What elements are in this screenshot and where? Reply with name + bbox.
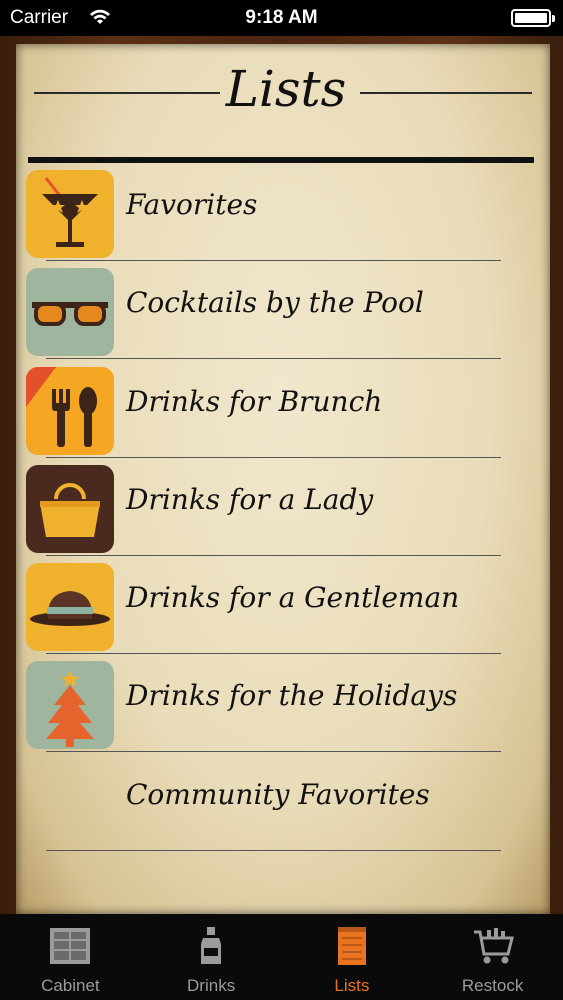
page-title: Lists <box>225 60 347 118</box>
tab-drinks[interactable]: Drinks <box>141 914 282 1000</box>
paper-background: Lists Favorites Cocktails by the Pool Dr… <box>16 44 550 914</box>
christmas-tree-icon <box>26 661 114 750</box>
tab-label: Drinks <box>187 976 236 995</box>
bottle-icon <box>201 927 222 964</box>
tab-lists[interactable]: Lists <box>282 914 423 1000</box>
tab-restock[interactable]: Restock <box>422 914 563 1000</box>
title-divider-right <box>360 92 532 94</box>
list-item-drinks-for-the-holidays[interactable]: Drinks for the Holidays <box>16 659 550 757</box>
list-item-label: Favorites <box>126 188 258 221</box>
cocktail-glass-icon <box>26 170 114 258</box>
list-item-drinks-for-brunch[interactable]: Drinks for Brunch <box>16 365 550 463</box>
list-item-label: Drinks for a Gentleman <box>126 581 460 615</box>
handbag-icon <box>26 464 114 553</box>
tab-label: Restock <box>461 976 524 995</box>
row-separator <box>46 849 501 851</box>
list-item-label: Drinks for a Lady <box>126 482 374 516</box>
row-separator <box>46 653 501 655</box>
tab-label: Cabinet <box>41 976 100 995</box>
list-notepad-icon <box>337 927 366 965</box>
lists-list: Favorites Cocktails by the Pool Drinks f… <box>16 168 550 856</box>
list-item-favorites[interactable]: Favorites <box>16 168 550 266</box>
fedora-hat-icon <box>26 563 114 652</box>
list-item-label: Cocktails by the Pool <box>126 286 424 320</box>
fork-knife-icon <box>26 366 114 455</box>
cabinet-icon <box>50 928 91 964</box>
title-divider-left <box>34 92 220 94</box>
row-separator <box>46 751 501 753</box>
sunglasses-icon <box>26 268 114 357</box>
list-item-drinks-for-a-gentleman[interactable]: Drinks for a Gentleman <box>16 561 550 659</box>
list-item-cocktails-by-the-pool[interactable]: Cocktails by the Pool <box>16 266 550 364</box>
title-rule <box>28 157 534 163</box>
cart-icon <box>473 928 514 964</box>
list-item-label: Community Favorites <box>126 777 430 811</box>
tab-label: Lists <box>334 976 370 995</box>
battery-icon <box>511 9 555 27</box>
title-row: Lists <box>16 44 550 144</box>
row-separator <box>46 260 501 261</box>
status-bar: Carrier 9:18 AM <box>0 0 563 36</box>
tab-cabinet[interactable]: Cabinet <box>0 914 141 1000</box>
tab-bar: Cabinet Drinks Lists Restock <box>0 914 563 1000</box>
list-item-label: Drinks for Brunch <box>126 384 383 418</box>
list-item-label: Drinks for the Holidays <box>126 679 458 713</box>
list-item-drinks-for-a-lady[interactable]: Drinks for a Lady <box>16 463 550 561</box>
row-separator <box>46 554 501 556</box>
row-separator <box>46 358 501 360</box>
status-time: 9:18 AM <box>245 7 318 28</box>
row-separator <box>46 456 501 458</box>
list-item-community-favorites[interactable]: Community Favorites <box>16 758 550 856</box>
